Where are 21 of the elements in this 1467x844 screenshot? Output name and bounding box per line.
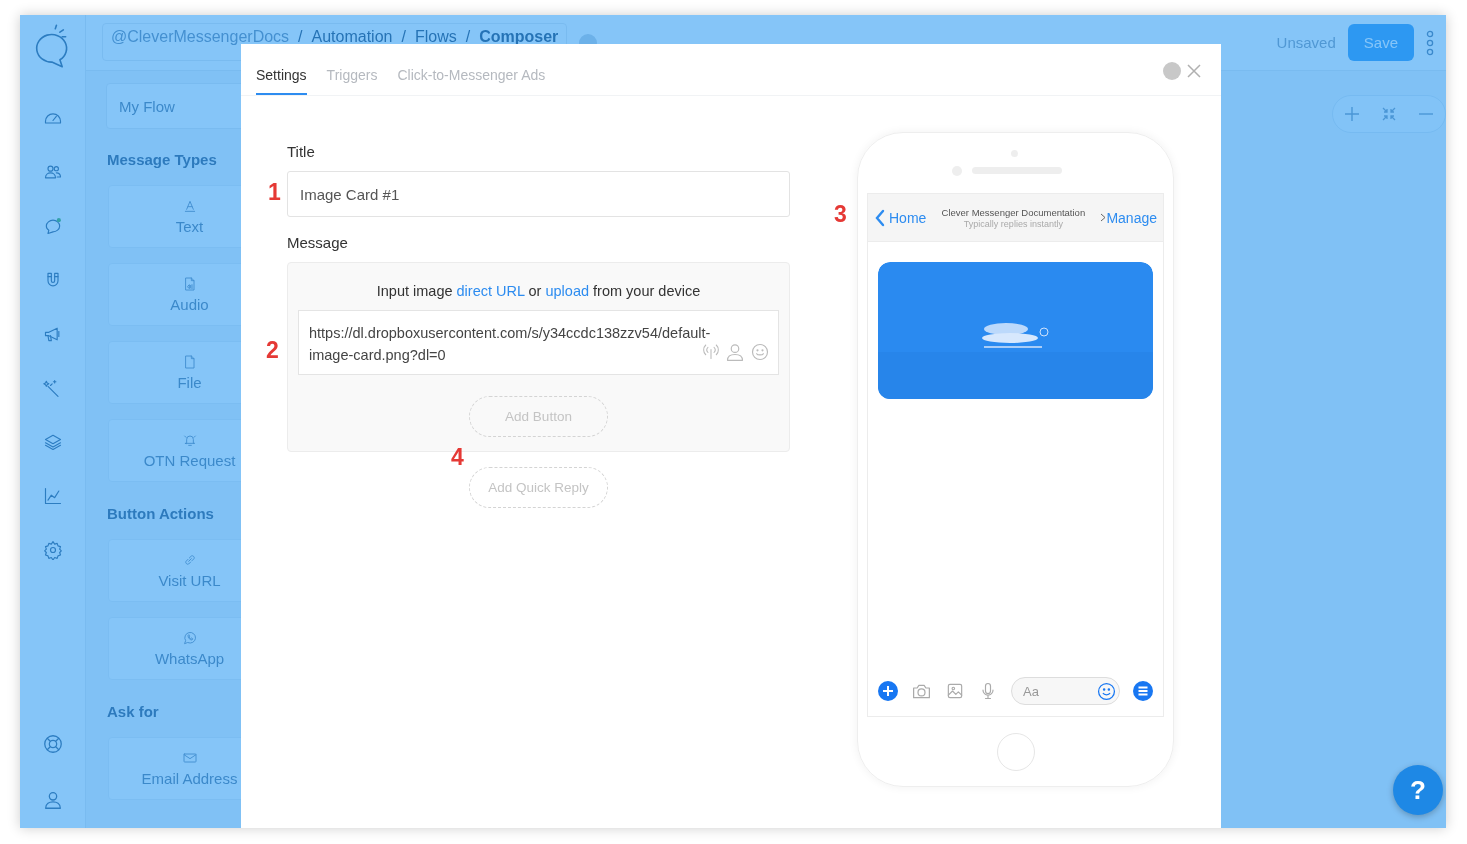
block-label: Audio [170, 296, 209, 313]
step-number: 1 [268, 179, 281, 206]
block-label: Email Address [141, 770, 238, 787]
block-label: File [177, 374, 202, 391]
field-label: Title [287, 143, 316, 160]
block-label: Text [175, 218, 204, 235]
section-heading: Ask for [107, 703, 160, 720]
page-name: Clever Messenger Documentation [941, 206, 1086, 218]
block-label: WhatsApp [154, 650, 225, 667]
step-number: 4 [451, 444, 464, 471]
block-label: Visit URL [158, 572, 221, 589]
block-label: OTN Request [143, 452, 236, 469]
breadcrumb-separator: / [465, 28, 471, 46]
step-number: 3 [834, 201, 847, 228]
section-heading: Button Actions [107, 505, 215, 522]
section-heading: Message Types [107, 151, 218, 168]
upload-hint: Input image direct URL or upload from your device [376, 283, 701, 299]
breadcrumb-separator: / [298, 28, 303, 46]
page-status: Typically replies instantly [963, 218, 1063, 229]
breadcrumb-separator: / [401, 28, 406, 46]
field-label: Message [287, 234, 349, 251]
